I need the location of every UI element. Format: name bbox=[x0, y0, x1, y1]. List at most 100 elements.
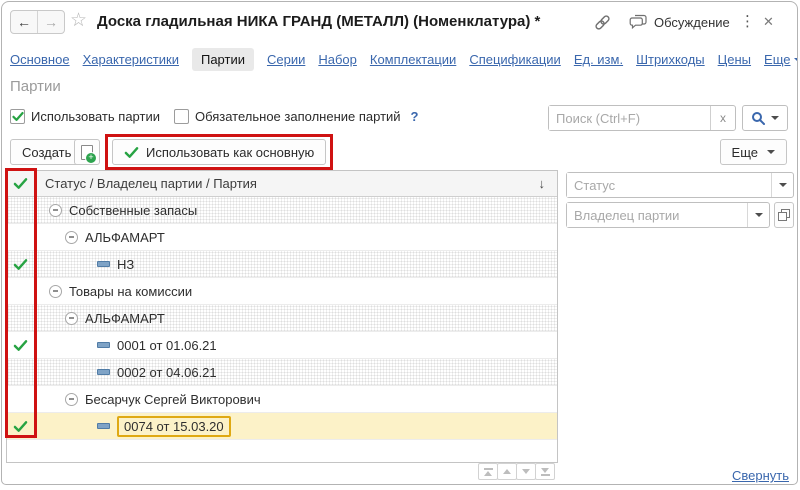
row-check-icon bbox=[13, 339, 28, 352]
table-row[interactable]: 0001 от 01.06.21 bbox=[7, 332, 557, 359]
collapse-link[interactable]: Свернуть bbox=[732, 468, 789, 483]
tab-item[interactable]: Штрихкоды bbox=[636, 52, 705, 67]
page-title: Партии bbox=[10, 78, 61, 95]
forward-button[interactable]: → bbox=[38, 11, 64, 33]
window-title: Доска гладильная НИКА ГРАНД (МЕТАЛЛ) (Но… bbox=[97, 2, 540, 42]
row-label: 0001 от 01.06.21 bbox=[117, 338, 217, 353]
collapse-node-icon[interactable] bbox=[65, 231, 78, 244]
chevron-down-icon bbox=[771, 116, 779, 120]
scroll-up-button[interactable] bbox=[497, 463, 517, 480]
tab-item[interactable]: Цены bbox=[718, 52, 751, 67]
tab-more[interactable]: Еще bbox=[764, 52, 798, 67]
close-icon[interactable]: ✕ bbox=[763, 14, 774, 29]
app-window: ← → ☆ Доска гладильная НИКА ГРАНД (МЕТАЛ… bbox=[1, 1, 798, 485]
discussion-button[interactable]: Обсуждение bbox=[629, 2, 730, 42]
sort-descending-icon: ↓ bbox=[539, 176, 546, 191]
scroll-to-bottom-button[interactable] bbox=[535, 463, 555, 480]
tab-item[interactable]: Спецификации bbox=[469, 52, 561, 67]
search-input[interactable] bbox=[549, 106, 710, 130]
owner-filter-input[interactable] bbox=[567, 203, 747, 227]
tab-item[interactable]: Серии bbox=[267, 52, 305, 67]
row-check-cell bbox=[7, 413, 35, 439]
search-icon bbox=[751, 111, 766, 126]
row-check-cell bbox=[7, 251, 35, 277]
more-button[interactable]: Еще bbox=[720, 139, 787, 165]
create-by-copy-button[interactable] bbox=[74, 139, 100, 165]
required-fill-label: Обязательное заполнение партий bbox=[195, 109, 401, 124]
forward-arrow-icon: → bbox=[44, 14, 58, 30]
use-as-main-button[interactable]: Использовать как основную bbox=[112, 139, 326, 165]
table-row[interactable]: 0002 от 04.06.21 bbox=[7, 359, 557, 386]
batch-dash-icon bbox=[97, 369, 110, 375]
tabbar: Основное Характеристики Партии Серии Набор Ко… bbox=[10, 46, 789, 72]
status-filter-input[interactable] bbox=[567, 173, 771, 197]
table-row[interactable]: АЛЬФАМАРТ bbox=[7, 305, 557, 332]
owner-open-button[interactable] bbox=[774, 202, 794, 228]
collapse-node-icon[interactable] bbox=[49, 285, 62, 298]
table-row[interactable]: Товары на комиссии bbox=[7, 278, 557, 305]
row-label: 0002 от 04.06.21 bbox=[117, 365, 217, 380]
scroll-to-top-button[interactable] bbox=[478, 463, 498, 480]
table-row[interactable]: Бесарчук Сергей Викторович bbox=[7, 386, 557, 413]
row-label: АЛЬФАМАРТ bbox=[85, 230, 165, 245]
collapse-node-icon[interactable] bbox=[65, 312, 78, 325]
open-form-icon bbox=[778, 209, 790, 221]
checkbox-box bbox=[174, 109, 189, 124]
owner-filter-field bbox=[566, 202, 770, 228]
column-header-status-owner-batch[interactable]: Статус / Владелец партии / Партия ↓ bbox=[35, 171, 557, 196]
scroll-down-button[interactable] bbox=[516, 463, 536, 480]
chevron-down-icon bbox=[767, 150, 775, 154]
required-fill-checkbox[interactable]: Обязательное заполнение партий bbox=[174, 109, 401, 124]
status-dropdown-button[interactable] bbox=[771, 173, 793, 197]
table-scroll-buttons bbox=[479, 463, 555, 480]
batch-dash-icon bbox=[97, 342, 110, 348]
check-icon bbox=[124, 146, 139, 159]
row-check-icon bbox=[13, 420, 28, 433]
batches-table: Статус / Владелец партии / Партия ↓ Собс… bbox=[6, 170, 558, 463]
tab-item[interactable]: Набор bbox=[318, 52, 357, 67]
row-check-cell bbox=[7, 332, 35, 358]
check-icon bbox=[13, 177, 28, 190]
row-check-icon bbox=[13, 258, 28, 271]
checkbox-box bbox=[10, 109, 25, 124]
row-label: АЛЬФАМАРТ bbox=[85, 311, 165, 326]
create-button[interactable]: Создать bbox=[10, 139, 83, 165]
row-label: Собственные запасы bbox=[69, 203, 197, 218]
table-row[interactable]: НЗ bbox=[7, 251, 557, 278]
help-icon[interactable]: ? bbox=[411, 109, 419, 124]
clear-search-icon[interactable]: x bbox=[710, 106, 735, 130]
more-menu-icon[interactable]: ⋮ bbox=[740, 13, 755, 30]
favorites-star-icon[interactable]: ☆ bbox=[70, 10, 87, 32]
use-batches-label: Использовать партии bbox=[31, 109, 160, 124]
table-row[interactable]: АЛЬФАМАРТ bbox=[7, 224, 557, 251]
batch-dash-icon bbox=[97, 261, 110, 267]
row-check-cell bbox=[7, 359, 35, 385]
chevron-down-icon bbox=[779, 183, 787, 187]
history-nav: ← → bbox=[10, 10, 65, 34]
discussion-label: Обсуждение bbox=[654, 15, 730, 30]
chevron-down-icon bbox=[755, 213, 763, 217]
row-label: Товары на комиссии bbox=[69, 284, 192, 299]
table-row[interactable]: 0074 от 15.03.20 bbox=[7, 413, 557, 440]
search-button[interactable] bbox=[742, 105, 788, 131]
back-arrow-icon: ← bbox=[17, 14, 31, 30]
row-label: Бесарчук Сергей Викторович bbox=[85, 392, 261, 407]
titlebar: ← → ☆ Доска гладильная НИКА ГРАНД (МЕТАЛ… bbox=[2, 2, 797, 42]
owner-dropdown-button[interactable] bbox=[747, 203, 769, 227]
tab-item[interactable]: Комплектации bbox=[370, 52, 456, 67]
tab-item[interactable]: Ед. изм. bbox=[574, 52, 623, 67]
tab-item[interactable]: Характеристики bbox=[83, 52, 179, 67]
collapse-node-icon[interactable] bbox=[49, 204, 62, 217]
table-row[interactable]: Собственные запасы bbox=[7, 197, 557, 224]
row-check-cell bbox=[7, 224, 35, 250]
copy-link-icon[interactable] bbox=[593, 13, 612, 35]
header-check-cell bbox=[7, 171, 35, 196]
status-filter-field bbox=[566, 172, 794, 198]
table-body: Собственные запасы АЛЬФАМАРТ НЗ Товары н… bbox=[7, 197, 557, 440]
tab-item[interactable]: Основное bbox=[10, 52, 70, 67]
tab-item[interactable]: Партии bbox=[192, 48, 254, 71]
collapse-node-icon[interactable] bbox=[65, 393, 78, 406]
row-check-cell bbox=[7, 197, 35, 223]
use-batches-checkbox[interactable]: Использовать партии bbox=[10, 109, 160, 124]
back-button[interactable]: ← bbox=[11, 11, 38, 33]
